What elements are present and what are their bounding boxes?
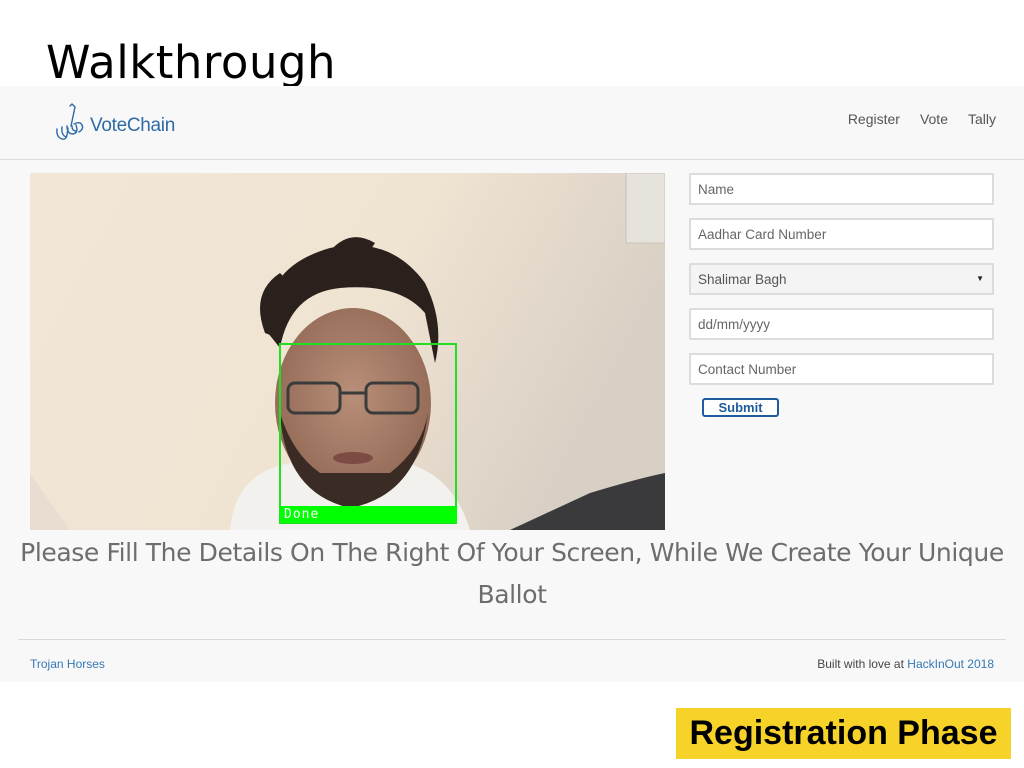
dob-field[interactable] (689, 308, 994, 340)
nav-register[interactable]: Register (838, 110, 910, 128)
navbar: VoteChain Register Vote Tally (0, 86, 1024, 160)
brand[interactable]: VoteChain (54, 100, 175, 142)
registration-form: Shalimar Bagh ▼ Submit (689, 173, 994, 417)
phase-badge-label: Registration Phase (689, 714, 998, 752)
constituency-select[interactable]: Shalimar Bagh ▼ (689, 263, 994, 295)
name-field[interactable] (689, 173, 994, 205)
phase-badge: Registration Phase (676, 708, 1011, 759)
footer-credit: Built with love at HackInOut 2018 (817, 657, 994, 671)
main-nav: Register Vote Tally (838, 110, 996, 128)
footer-event-link[interactable]: HackInOut 2018 (907, 657, 994, 671)
nav-vote[interactable]: Vote (910, 110, 958, 128)
contact-number-field[interactable] (689, 353, 994, 385)
brand-name: VoteChain (90, 115, 175, 136)
footer-team-link[interactable]: Trojan Horses (30, 657, 105, 671)
app-window: VoteChain Register Vote Tally Done Name … (0, 86, 1024, 682)
nav-tally[interactable]: Tally (958, 110, 996, 128)
submit-button[interactable]: Submit (702, 398, 779, 417)
slide-title: Walkthrough (46, 36, 337, 88)
voting-hands-logo-icon (54, 102, 88, 142)
footer-credit-text: Built with love at (817, 657, 904, 671)
chevron-down-icon: ▼ (976, 274, 984, 283)
aadhar-field[interactable] (689, 218, 994, 250)
footer-divider (18, 639, 1006, 640)
detection-status-label: Done (284, 507, 320, 522)
constituency-value: Shalimar Bagh (698, 271, 787, 287)
instruction-message: Please Fill The Details On The Right Of … (20, 538, 1004, 609)
webcam-feed: Done (30, 173, 665, 530)
